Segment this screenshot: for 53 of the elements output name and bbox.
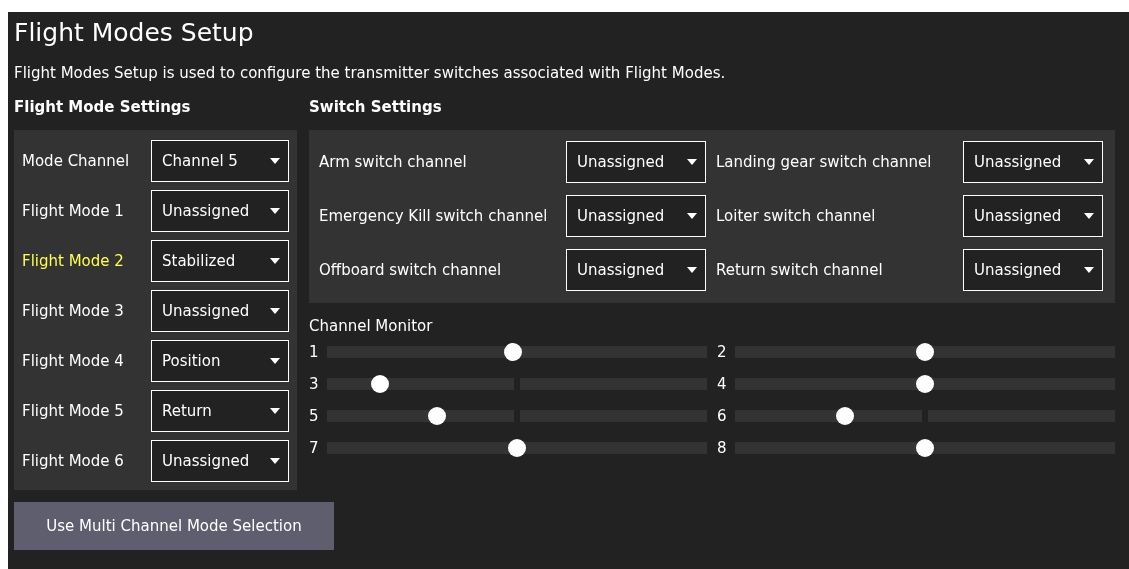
caret-icon: [687, 159, 697, 165]
switch-label: Emergency Kill switch channel: [319, 207, 548, 225]
channel-number: 7: [309, 439, 317, 457]
mode-dropdown[interactable]: Position: [151, 340, 289, 382]
caret-icon: [1084, 267, 1094, 273]
mode-dropdown[interactable]: Channel 5: [151, 140, 289, 182]
switch-label: Return switch channel: [716, 261, 883, 279]
mode-dropdown[interactable]: Unassigned: [151, 290, 289, 332]
mode-dropdown[interactable]: Return: [151, 390, 289, 432]
caret-icon: [270, 158, 280, 164]
channel-number: 1: [309, 343, 317, 361]
switch-dropdown[interactable]: Unassigned: [566, 195, 706, 237]
switch-label: Arm switch channel: [319, 153, 467, 171]
switch-dropdown[interactable]: Unassigned: [963, 141, 1103, 183]
flight-mode-label: Flight Mode 6: [22, 452, 124, 470]
flight-mode-label: Flight Mode 5: [22, 402, 124, 420]
caret-icon: [270, 408, 280, 414]
caret-icon: [270, 308, 280, 314]
multi-channel-button[interactable]: Use Multi Channel Mode Selection: [14, 502, 334, 550]
mode-dropdown[interactable]: Stabilized: [151, 240, 289, 282]
switch-label: Landing gear switch channel: [716, 153, 932, 171]
caret-icon: [687, 213, 697, 219]
page-title: Flight Modes Setup: [14, 17, 255, 49]
channel-number: 5: [309, 407, 317, 425]
channel-number: 6: [717, 407, 725, 425]
caret-icon: [270, 258, 280, 264]
caret-icon: [270, 358, 280, 364]
flight-mode-label: Flight Mode 3: [22, 302, 124, 320]
caret-icon: [1084, 213, 1094, 219]
caret-icon: [687, 267, 697, 273]
channel-number: 4: [717, 375, 725, 393]
switch-dropdown[interactable]: Unassigned: [566, 141, 706, 183]
description: Flight Modes Setup is used to configure the transmitter switches associated with Flight Modes.: [14, 64, 727, 82]
channel-number: 3: [309, 375, 317, 393]
channel-number: 8: [717, 439, 725, 457]
section-heading: Switch Settings: [309, 98, 443, 118]
switch-label: Offboard switch channel: [319, 261, 502, 279]
switch-dropdown[interactable]: Unassigned: [963, 195, 1103, 237]
flight-mode-label: Flight Mode 4: [22, 352, 124, 370]
switch-dropdown[interactable]: Unassigned: [963, 249, 1103, 291]
channel-number: 2: [717, 343, 725, 361]
flight-mode-label: Mode Channel: [22, 152, 130, 170]
switch-label: Loiter switch channel: [716, 207, 876, 225]
mode-dropdown[interactable]: Unassigned: [151, 440, 289, 482]
switch-dropdown[interactable]: Unassigned: [566, 249, 706, 291]
channel-monitor-heading: Channel Monitor: [309, 317, 434, 335]
section-heading: Flight Mode Settings: [14, 98, 192, 118]
caret-icon: [270, 208, 280, 214]
flight-mode-label: Flight Mode 1: [22, 202, 124, 220]
flight-mode-label: Flight Mode 2: [22, 252, 124, 270]
caret-icon: [270, 458, 280, 464]
mode-dropdown[interactable]: Unassigned: [151, 190, 289, 232]
caret-icon: [1084, 159, 1094, 165]
